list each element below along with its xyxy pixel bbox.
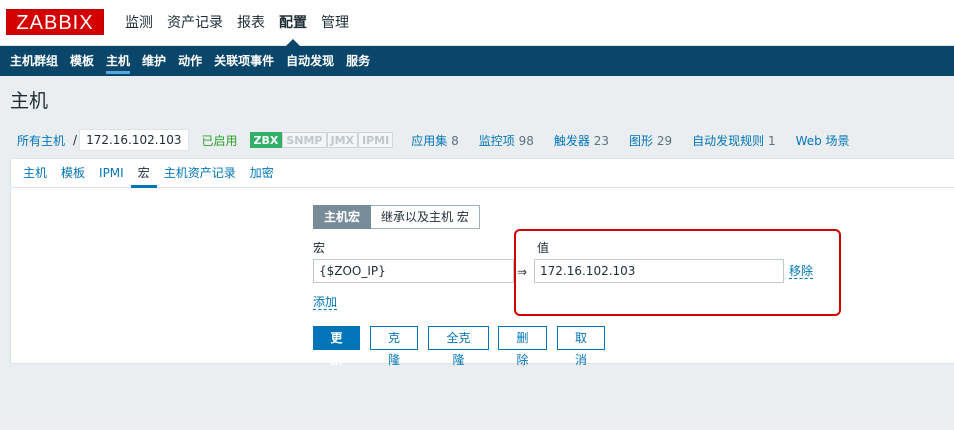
subnav-host-groups[interactable]: 主机群组 (4, 46, 64, 76)
delete-button[interactable]: 删除 (498, 326, 547, 367)
add-macro-link[interactable]: 添加 (313, 295, 338, 310)
update-button[interactable]: 更新 (313, 326, 360, 367)
breadcrumb-current-host: 172.16.102.103 (79, 129, 189, 151)
stat-web-scenarios-label: Web 场景 (795, 133, 850, 148)
menu-reports[interactable]: 报表 (230, 0, 272, 46)
tab-host-inventory[interactable]: 主机资产记录 (157, 159, 243, 187)
jmx-availability-badge: JMX (326, 132, 359, 148)
top-header: ZABBIX 监测 资产记录 报表 配置 管理 (0, 0, 954, 46)
macro-column-label: 宏 (313, 241, 326, 255)
host-status-enabled[interactable]: 已启用 (202, 132, 238, 149)
stat-items[interactable]: 监控项 98 (479, 132, 534, 149)
macro-scope-toggle: 主机宏 继承以及主机 宏 (313, 205, 480, 229)
tab-ipmi[interactable]: IPMI (92, 159, 131, 187)
tab-macros[interactable]: 宏 (130, 159, 157, 188)
menu-configuration[interactable]: 配置 (272, 0, 314, 46)
subnav-templates[interactable]: 模板 (64, 46, 100, 76)
inherited-macros-button[interactable]: 继承以及主机 宏 (371, 205, 480, 229)
host-form-panel: 主机 模板 IPMI 宏 主机资产记录 加密 主机宏 继承以及主机 宏 宏 值 … (10, 158, 954, 367)
cancel-button[interactable]: 取消 (557, 326, 605, 367)
breadcrumb-separator: / (73, 133, 78, 147)
snmp-availability-badge: SNMP (282, 132, 327, 148)
tab-encryption[interactable]: 加密 (243, 159, 281, 187)
zabbix-logo[interactable]: ZABBIX (6, 9, 104, 35)
menu-administration[interactable]: 管理 (314, 0, 356, 46)
stat-triggers[interactable]: 触发器 23 (554, 132, 609, 149)
subnav-hosts[interactable]: 主机 (100, 46, 136, 76)
clone-button[interactable]: 克隆 (370, 326, 418, 367)
subnav-actions[interactable]: 动作 (172, 46, 208, 76)
subnav-correlation[interactable]: 关联项事件 (208, 46, 280, 76)
stat-items-count: 98 (518, 133, 534, 148)
tab-host[interactable]: 主机 (16, 159, 54, 187)
main-menu: 监测 资产记录 报表 配置 管理 (118, 0, 356, 46)
ipmi-availability-badge: IPMI (358, 132, 394, 148)
subnav-services[interactable]: 服务 (340, 46, 376, 76)
stat-items-label: 监控项 (478, 133, 515, 148)
availability-indicators: ZBX SNMP JMX IPMI (249, 132, 394, 148)
stat-graphs-label: 图形 (628, 133, 653, 148)
stat-applications[interactable]: 应用集 8 (411, 132, 458, 149)
menu-monitoring[interactable]: 监测 (118, 0, 160, 46)
stat-discovery-rules-count: 1 (767, 133, 776, 148)
host-macros-button[interactable]: 主机宏 (313, 205, 372, 229)
breadcrumb: 所有主机 / 172.16.102.103 已启用 ZBX SNMP JMX I… (11, 128, 850, 152)
stat-triggers-count: 23 (593, 133, 609, 148)
stat-graphs-count: 29 (656, 133, 673, 148)
full-clone-button[interactable]: 全克隆 (428, 326, 489, 367)
tab-templates[interactable]: 模板 (54, 159, 92, 187)
stat-applications-count: 8 (451, 133, 459, 148)
stat-triggers-label: 触发器 (553, 133, 590, 148)
stat-graphs[interactable]: 图形 29 (629, 132, 672, 149)
host-tabs: 主机 模板 IPMI 宏 主机资产记录 加密 (11, 159, 954, 188)
stat-web-scenarios[interactable]: Web 场景 (796, 132, 850, 149)
zbx-availability-badge: ZBX (249, 132, 283, 148)
stat-discovery-rules[interactable]: 自动发现规则 1 (692, 132, 775, 149)
page-title: 主机 (10, 90, 49, 112)
subnav-discovery[interactable]: 自动发现 (280, 46, 340, 76)
value-highlight-box (514, 229, 841, 316)
subnav-maintenance[interactable]: 维护 (136, 46, 172, 76)
stat-discovery-rules-label: 自动发现规则 (692, 133, 765, 148)
macro-name-input[interactable]: {$ZOO_IP} (313, 259, 514, 283)
breadcrumb-all-hosts[interactable]: 所有主机 (11, 132, 71, 149)
sub-navigation: 主机群组 模板 主机 维护 动作 关联项事件 自动发现 服务 (0, 46, 954, 76)
stat-applications-label: 应用集 (411, 133, 448, 148)
menu-inventory[interactable]: 资产记录 (160, 0, 230, 46)
